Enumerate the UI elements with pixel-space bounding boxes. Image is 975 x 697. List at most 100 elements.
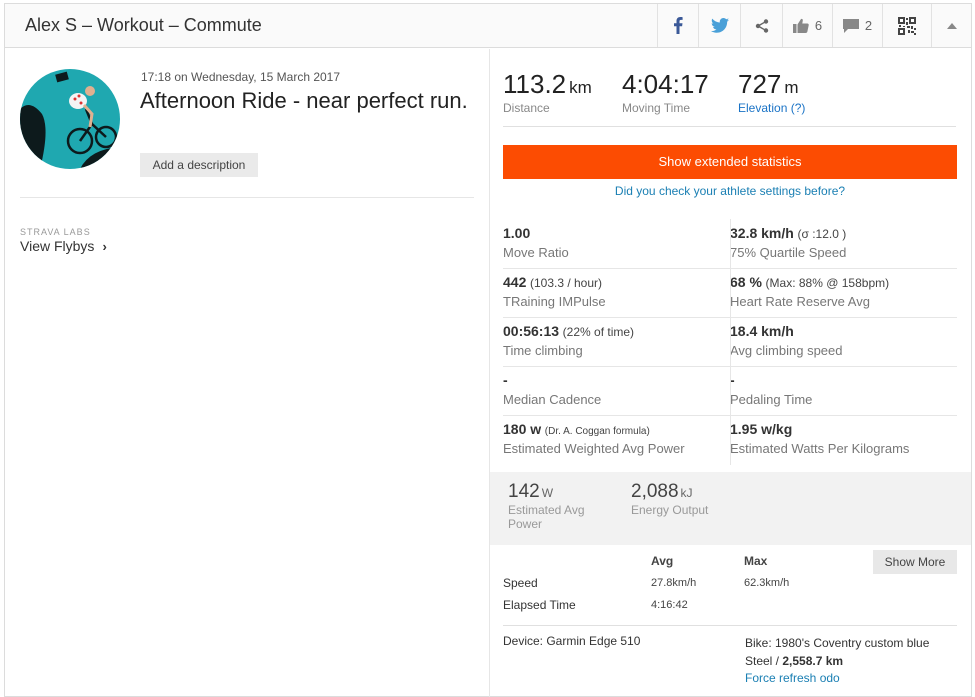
bike-info: Bike: 1980's Coventry custom blue Steel … xyxy=(745,634,955,670)
bike-distance: 2,558.7 km xyxy=(782,654,844,668)
hrr-value: 68 % xyxy=(730,274,762,290)
moving-time-label: Moving Time xyxy=(622,101,691,115)
climbing-speed-label: Avg climbing speed xyxy=(730,343,843,358)
elapsed-row-label: Elapsed Time xyxy=(503,598,576,612)
kudos-button[interactable]: 6 xyxy=(782,4,832,47)
add-description-button[interactable]: Add a description xyxy=(140,153,258,177)
weighted-power-value: 180 w xyxy=(503,421,542,437)
activity-stats-panel: 113.2 km Distance 4:04:17 Moving Time 727… xyxy=(490,49,971,697)
caret-up-icon xyxy=(946,22,957,29)
collapse-button[interactable] xyxy=(931,4,971,47)
header-title: Alex S – Workout – Commute xyxy=(25,15,262,35)
elevation-unit: m xyxy=(784,78,799,97)
median-cadence-stat: - Median Cadence xyxy=(503,372,601,407)
trimp-stat: 442 (103.3 / hour) TRaining IMPulse xyxy=(503,274,606,309)
activity-title: Afternoon Ride - near perfect run. xyxy=(140,88,468,113)
elapsed-avg: 4:16:42 xyxy=(651,599,688,611)
distance-label: Distance xyxy=(503,101,550,115)
activity-card: Alex S – Workout – Commute 6 2 17:18 on … xyxy=(4,3,972,697)
median-cadence-label: Median Cadence xyxy=(503,392,602,407)
median-cadence-value: - xyxy=(503,372,508,388)
speed-row-label: Speed xyxy=(503,576,538,590)
quartile-speed-stat: 32.8 km/h (σ :12.0 ) 75% Quartile Speed xyxy=(730,225,846,260)
strava-labs-label: STRAVA LABS xyxy=(20,227,91,237)
facebook-share-button[interactable] xyxy=(657,4,698,47)
watts-per-kg-stat: 1.95 w/kg Estimated Watts Per Kilograms xyxy=(730,421,909,456)
divider xyxy=(20,197,474,198)
twitter-share-button[interactable] xyxy=(698,4,740,47)
show-more-button[interactable]: Show More xyxy=(873,550,957,574)
elevation-value: 727 xyxy=(738,69,782,99)
avg-power-unit: W xyxy=(541,486,554,500)
avg-power-label: Estimated Avg Power xyxy=(508,503,585,531)
pedaling-time-label: Pedaling Time xyxy=(730,392,813,407)
power-summary: 142 W Estimated Avg Power 2,088 kJ Energy … xyxy=(490,472,971,545)
comments-button[interactable]: 2 xyxy=(832,4,882,47)
speed-avg: 27.8km/h xyxy=(651,577,697,589)
activity-timestamp: 17:18 on Wednesday, 15 March 2017 xyxy=(141,70,341,84)
thumbs-up-icon xyxy=(792,18,809,33)
move-ratio-label: Move Ratio xyxy=(503,245,569,260)
watts-per-kg-value: 1.95 w/kg xyxy=(730,421,793,437)
force-refresh-odo-link[interactable]: Force refresh odo xyxy=(745,671,840,685)
move-ratio-value: 1.00 xyxy=(503,225,531,241)
time-climbing-stat: 00:56:13 (22% of time) Time climbing xyxy=(503,323,634,358)
trimp-label: TRaining IMPulse xyxy=(503,294,606,309)
distance-stat: 113.2 km Distance xyxy=(503,69,592,115)
watts-per-kg-label: Estimated Watts Per Kilograms xyxy=(730,441,910,456)
comment-icon xyxy=(842,18,859,33)
activity-header: Alex S – Workout – Commute 6 2 xyxy=(5,4,971,48)
move-ratio-stat: 1.00 Move Ratio xyxy=(503,225,569,260)
athlete-settings-link[interactable]: Did you check your athlete settings befo… xyxy=(503,184,957,198)
show-extended-statistics-button[interactable]: Show extended statistics xyxy=(503,145,957,179)
time-climbing-value: 00:56:13 xyxy=(503,323,560,339)
twitter-icon xyxy=(710,18,729,33)
elevation-stat: 727 m Elevation (?) xyxy=(738,69,805,115)
qr-code-icon xyxy=(898,16,916,35)
qr-code-button[interactable] xyxy=(882,4,931,47)
time-climbing-label: Time climbing xyxy=(503,343,583,358)
athlete-avatar[interactable] xyxy=(20,69,120,169)
hrr-label: Heart Rate Reserve Avg xyxy=(730,294,870,309)
view-flybys-label: View Flybys xyxy=(20,238,95,254)
trimp-per-hour: (103.3 / hour) xyxy=(529,276,603,290)
kudos-count: 6 xyxy=(814,18,823,33)
divider xyxy=(503,126,956,127)
divider xyxy=(503,625,957,626)
activity-info-panel: 17:18 on Wednesday, 15 March 2017 Aftern… xyxy=(5,49,489,697)
avg-power-stat: 142 W Estimated Avg Power xyxy=(508,481,608,531)
energy-value: 2,088 xyxy=(631,481,679,502)
energy-label: Energy Output xyxy=(631,503,709,517)
col-header-max: Max xyxy=(744,554,768,568)
energy-unit: kJ xyxy=(680,486,693,500)
distance-unit: km xyxy=(569,78,592,97)
col-header-avg: Avg xyxy=(651,554,674,568)
weighted-power-label: Estimated Weighted Avg Power xyxy=(503,441,685,456)
device-info: Device: Garmin Edge 510 xyxy=(503,634,641,648)
trimp-value: 442 xyxy=(503,274,527,290)
distance-value: 113.2 xyxy=(503,69,567,99)
speed-max: 62.3km/h xyxy=(744,577,790,589)
climbing-speed-stat: 18.4 km/h Avg climbing speed xyxy=(730,323,843,358)
quartile-speed-label: 75% Quartile Speed xyxy=(730,245,847,260)
chevron-right-icon: › xyxy=(102,238,107,254)
pedaling-time-stat: - Pedaling Time xyxy=(730,372,812,407)
moving-time-value: 4:04:17 xyxy=(622,69,709,99)
energy-output-stat: 2,088 kJ Energy Output xyxy=(631,481,761,517)
column-divider xyxy=(730,219,731,465)
avg-power-value: 142 xyxy=(508,481,540,502)
share-icon xyxy=(755,18,768,33)
weighted-power-stat: 180 w (Dr. A. Coggan formula) Estimated … xyxy=(503,421,685,456)
quartile-speed-sigma: (σ :12.0 ) xyxy=(797,227,847,241)
facebook-icon xyxy=(674,17,683,34)
time-climbing-percent: (22% of time) xyxy=(562,325,635,339)
quartile-speed-value: 32.8 km/h xyxy=(730,225,794,241)
elevation-help-link[interactable]: Elevation (?) xyxy=(738,101,805,115)
hrr-max: (Max: 88% @ 158bpm) xyxy=(765,276,890,290)
hrr-stat: 68 % (Max: 88% @ 158bpm) Heart Rate Rese… xyxy=(730,274,889,309)
climbing-speed-value: 18.4 km/h xyxy=(730,323,794,339)
moving-time-stat: 4:04:17 Moving Time xyxy=(622,69,712,115)
weighted-power-formula: (Dr. A. Coggan formula) xyxy=(544,426,650,437)
view-flybys-link[interactable]: View Flybys › xyxy=(20,238,107,254)
share-button[interactable] xyxy=(740,4,782,47)
